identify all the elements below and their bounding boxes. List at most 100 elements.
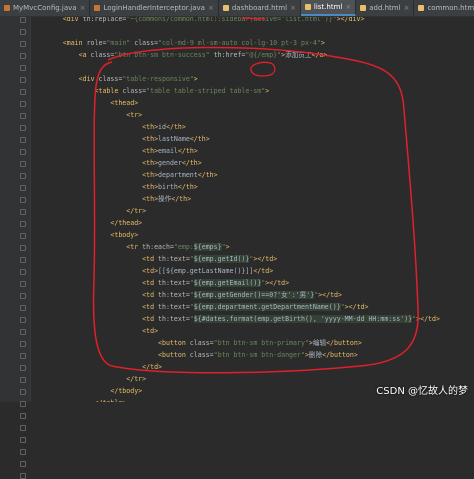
fold-marker-icon[interactable] <box>20 137 26 143</box>
code-line: <th>id</th> <box>31 121 186 133</box>
code-token: <td <box>31 303 159 311</box>
code-token: "table table-striped table-sm" <box>146 87 266 95</box>
code-token: </th> <box>189 135 210 143</box>
fold-marker-icon[interactable] <box>20 293 26 299</box>
code-token: birth <box>158 183 178 191</box>
close-icon[interactable]: × <box>80 4 86 12</box>
fold-marker-icon[interactable] <box>20 53 26 59</box>
fold-marker-icon[interactable] <box>20 89 26 95</box>
code-token: [[${emp.getLastName()}]] <box>158 267 254 275</box>
fold-marker-icon[interactable] <box>20 209 26 215</box>
fold-marker-icon[interactable] <box>20 329 26 335</box>
tab-add-html[interactable]: add.html × <box>356 0 415 16</box>
fold-marker-icon[interactable] <box>20 125 26 131</box>
fold-marker-icon[interactable] <box>20 149 26 155</box>
file-type-icon <box>222 5 229 11</box>
fold-marker-icon[interactable] <box>20 173 26 179</box>
code-token: role= <box>86 39 107 47</box>
file-type-icon <box>304 4 311 10</box>
code-token: 添加员工 <box>285 51 312 59</box>
fold-marker-icon[interactable] <box>20 377 26 383</box>
code-line: <tr th:each="emp:${emps}"> <box>31 241 230 253</box>
fold-marker-icon[interactable] <box>20 413 26 419</box>
code-token: "~{commons/common.html::sidebar(active='… <box>126 17 337 23</box>
code-token: <div <box>31 17 83 23</box>
code-token: <button <box>31 339 190 347</box>
fold-marker-icon[interactable] <box>20 77 26 83</box>
code-token: 删除 <box>308 351 323 359</box>
code-token: <div <box>31 75 99 83</box>
fold-marker-icon[interactable] <box>20 221 26 227</box>
fold-marker-icon[interactable] <box>20 461 26 467</box>
tab-dashboard-html[interactable]: dashboard.html × <box>219 0 301 16</box>
code-token: th:text= <box>158 303 190 311</box>
code-token: class= <box>189 351 214 359</box>
code-token: ></td> <box>265 279 290 287</box>
fold-marker-icon[interactable] <box>20 269 26 275</box>
fold-marker-icon[interactable] <box>20 29 26 35</box>
code-line: <th>gender</th> <box>31 157 202 169</box>
fold-marker-icon[interactable] <box>20 365 26 371</box>
code-line: <td th:text="${emp.getEmail()}"></td> <box>31 277 289 289</box>
code-token: 编辑 <box>312 339 327 347</box>
code-token: class= <box>122 87 147 95</box>
fold-marker-icon[interactable] <box>20 233 26 239</box>
fold-marker-icon[interactable] <box>20 41 26 47</box>
close-icon[interactable]: × <box>208 4 214 12</box>
tab-loginhandlerinterceptor-java[interactable]: LoginHandlerInterceptor.java × <box>90 0 219 16</box>
code-line: <table class="table table-striped table-… <box>31 85 270 97</box>
fold-marker-icon[interactable] <box>20 65 26 71</box>
code-token: </th> <box>177 147 198 155</box>
code-token: </tr> <box>31 207 147 215</box>
code-token: <th> <box>31 195 159 203</box>
line-gutter[interactable] <box>0 17 31 479</box>
code-token: th:text= <box>158 255 190 263</box>
code-token: lastName <box>158 135 190 143</box>
fold-marker-icon[interactable] <box>20 17 26 23</box>
code-line: <button class="btn btn-sm btn-danger">删除… <box>31 349 358 361</box>
tab-common-html[interactable]: common.html× <box>414 0 474 16</box>
fold-marker-icon[interactable] <box>20 245 26 251</box>
fold-marker-icon[interactable] <box>20 161 26 167</box>
code-token: 操作 <box>158 195 172 203</box>
code-token: th:href= <box>213 51 246 59</box>
fold-marker-icon[interactable] <box>20 305 26 311</box>
fold-marker-icon[interactable] <box>20 101 26 107</box>
fold-marker-icon[interactable] <box>20 197 26 203</box>
code-editor[interactable]: <div th:replace="~{commons/common.html::… <box>31 17 474 402</box>
code-line: <td th:text="${emp.department.getDepartm… <box>31 301 369 313</box>
code-line: <th>lastName</th> <box>31 133 210 145</box>
fold-marker-icon[interactable] <box>20 317 26 323</box>
code-token: > <box>265 87 270 95</box>
code-token: "emp: <box>173 243 194 251</box>
tab-mymvcconfig-java[interactable]: MyMvcConfig.java × <box>0 0 91 16</box>
code-token: ></div> <box>336 17 365 23</box>
fold-marker-icon[interactable] <box>20 425 26 431</box>
code-token: <button <box>31 351 190 359</box>
code-line: <tr> <box>31 109 142 121</box>
code-token: <tr <box>31 243 143 251</box>
code-line: </tbody> <box>31 385 142 397</box>
tab-label: add.html <box>369 4 401 12</box>
fold-marker-icon[interactable] <box>20 437 26 443</box>
code-token: <tr> <box>31 111 143 119</box>
fold-marker-icon[interactable] <box>20 389 26 395</box>
fold-marker-icon[interactable] <box>20 341 26 347</box>
fold-marker-icon[interactable] <box>20 257 26 263</box>
code-line: <td th:text="${emp.getGender()==0?'女':'男… <box>31 289 342 301</box>
code-line: <a class="btn btn-sm btn-success" th:hre… <box>31 49 328 61</box>
code-token: th:text= <box>158 315 190 323</box>
fold-marker-icon[interactable] <box>20 113 26 119</box>
fold-marker-icon[interactable] <box>20 473 26 479</box>
close-icon[interactable]: × <box>404 4 410 12</box>
fold-marker-icon[interactable] <box>20 281 26 287</box>
close-icon[interactable]: × <box>290 4 296 12</box>
code-token: ${emp.getId()} <box>193 255 250 263</box>
code-token: </thead> <box>31 219 143 227</box>
tab-list-html[interactable]: list.html × <box>300 0 357 16</box>
close-icon[interactable]: × <box>345 3 351 11</box>
fold-marker-icon[interactable] <box>20 449 26 455</box>
fold-marker-icon[interactable] <box>20 185 26 191</box>
code-token: </button> <box>322 351 358 359</box>
fold-marker-icon[interactable] <box>20 353 26 359</box>
